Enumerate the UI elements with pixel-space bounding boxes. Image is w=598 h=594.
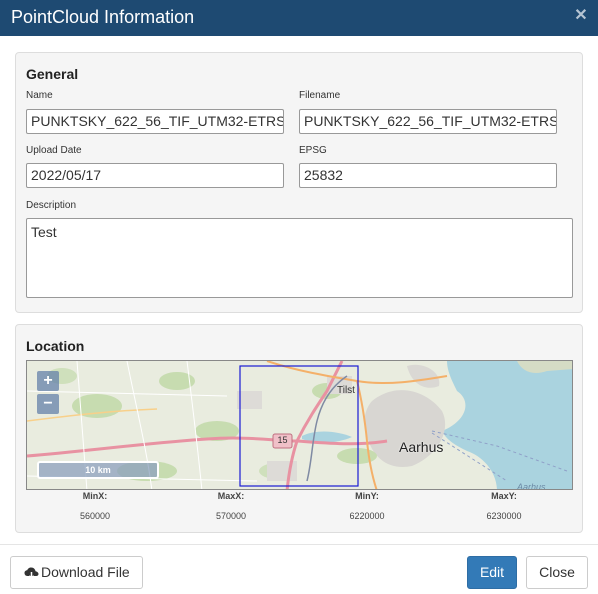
city-label-aarhus: Aarhus (399, 439, 444, 455)
minx-label: MinX: (82, 491, 108, 501)
description-label: Description (26, 200, 77, 211)
close-button[interactable]: Close (526, 556, 588, 589)
name-field[interactable]: PUNKTSKY_622_56_TIF_UTM32-ETRS (26, 109, 284, 134)
location-panel: Location 15 Tilst Aarhus Aarhus + − 10 k… (15, 324, 583, 533)
epsg-label: EPSG (299, 145, 327, 156)
filename-field[interactable]: PUNKTSKY_622_56_TIF_UTM32-ETRS (299, 109, 557, 134)
download-file-label: Download File (41, 564, 130, 580)
maxy-label: MaxY: (491, 491, 517, 501)
location-map[interactable]: 15 Tilst Aarhus Aarhus + − 10 km (26, 360, 573, 490)
sea-label-aarhus: Aarhus (517, 482, 546, 490)
maxx-label: MaxX: (217, 491, 245, 501)
cloud-download-icon (24, 567, 39, 580)
zoom-out-button[interactable]: − (37, 394, 59, 414)
upload-date-label: Upload Date (26, 145, 82, 156)
pointcloud-info-dialog: PointCloud Information ✕ General Name PU… (0, 0, 598, 594)
dialog-title: PointCloud Information (11, 7, 195, 27)
filename-label: Filename (299, 90, 341, 101)
name-label: Name (26, 90, 53, 101)
dialog-header: PointCloud Information ✕ (0, 0, 598, 36)
dialog-footer: Download File Edit Close (0, 544, 598, 594)
minx-value: 560000 (79, 511, 111, 521)
general-panel: General Name PUNKTSKY_622_56_TIF_UTM32-E… (15, 52, 583, 313)
location-heading: Location (26, 338, 85, 354)
description-field[interactable]: Test (26, 218, 573, 298)
town-label-tilst: Tilst (337, 385, 355, 396)
maxy-value: 6230000 (486, 511, 522, 521)
road-number-label: 15 (277, 435, 288, 445)
miny-value: 6220000 (349, 511, 385, 521)
epsg-field[interactable]: 25832 (299, 163, 557, 188)
zoom-in-button[interactable]: + (37, 371, 59, 391)
download-file-button[interactable]: Download File (10, 556, 143, 589)
upload-date-field[interactable]: 2022/05/17 (26, 163, 284, 188)
miny-label: MinY: (355, 491, 379, 501)
map-scale-bar: 10 km (37, 461, 159, 479)
maxx-value: 570000 (215, 511, 247, 521)
edit-button[interactable]: Edit (467, 556, 517, 589)
close-icon[interactable]: ✕ (574, 8, 588, 24)
general-heading: General (26, 66, 79, 82)
